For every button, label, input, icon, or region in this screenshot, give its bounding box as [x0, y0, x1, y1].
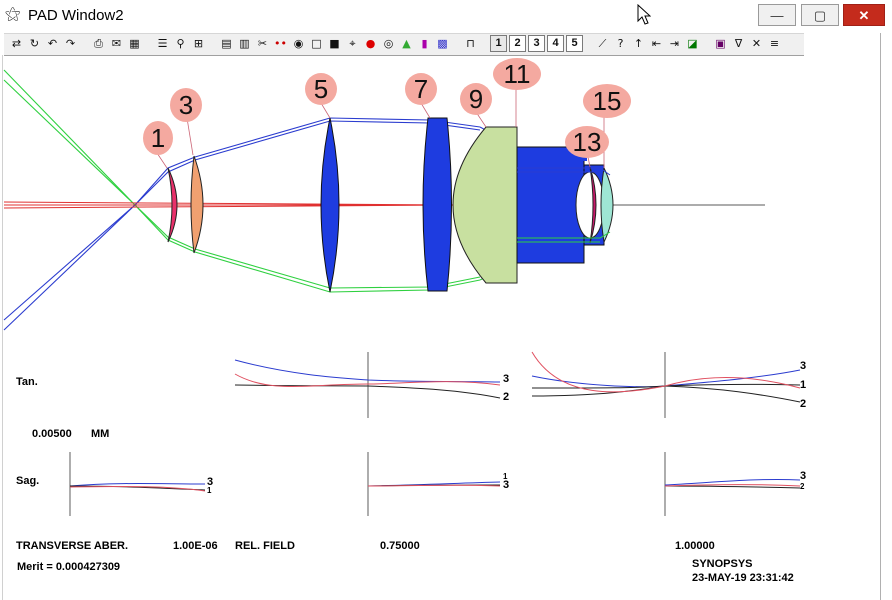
- cut-icon[interactable]: ✂: [254, 35, 271, 52]
- view-2-button[interactable]: 2: [509, 35, 526, 52]
- undo-icon[interactable]: ↶: [44, 35, 61, 52]
- film-icon[interactable]: ▣: [712, 35, 729, 52]
- table2-icon[interactable]: ▥: [236, 35, 253, 52]
- sag-left-curves: [69, 483, 206, 492]
- close-x-icon[interactable]: ✕: [748, 35, 765, 52]
- minimize-button[interactable]: —: [758, 4, 796, 26]
- hatch-icon[interactable]: ▩: [434, 35, 451, 52]
- tan-right-label-2: 2: [800, 398, 807, 410]
- tan-right-curves: [531, 351, 801, 403]
- scale-value: 0.00500: [32, 428, 72, 440]
- transverse-aber-label: TRANSVERSE ABER.: [16, 540, 129, 552]
- tan-mid-label-2: 2: [503, 391, 510, 403]
- window-right-border: [880, 33, 881, 600]
- merit-readout: Merit = 0.000427309: [17, 561, 121, 573]
- swap-icon[interactable]: ⇄: [8, 35, 25, 52]
- tan-label: Tan.: [16, 376, 38, 388]
- filled-square-icon[interactable]: ■: [326, 35, 343, 52]
- pad-icon: ⚝: [5, 6, 21, 23]
- red-circle-icon[interactable]: ●: [362, 35, 379, 52]
- maximize-button[interactable]: ▢: [801, 4, 839, 26]
- line-icon[interactable]: ⟋: [594, 35, 611, 52]
- mouse-cursor-icon: [637, 4, 651, 25]
- lens-icon[interactable]: ⚲: [172, 35, 189, 52]
- sag-right-curves: [664, 478, 801, 489]
- transverse-aber-value: 1.00E-06: [173, 540, 218, 552]
- sag-right-label-3: 3: [800, 470, 807, 482]
- up-arrow-icon[interactable]: ↑: [630, 35, 647, 52]
- help-icon[interactable]: ?: [612, 35, 629, 52]
- sag-label: Sag.: [16, 475, 40, 487]
- dots-icon[interactable]: ••: [272, 35, 289, 52]
- sag-mid-label-3: 3: [503, 479, 510, 491]
- scan-icon[interactable]: ✉: [108, 35, 125, 52]
- company-label: SYNOPSYS: [692, 558, 753, 570]
- sag-mid-curves: [367, 481, 501, 487]
- close-button[interactable]: ✕: [843, 4, 885, 26]
- aberration-curves: [69, 351, 801, 516]
- right-bar-icon[interactable]: ⇥: [666, 35, 683, 52]
- redo-icon[interactable]: ↷: [62, 35, 79, 52]
- table-icon[interactable]: ▤: [218, 35, 235, 52]
- bars-color-icon[interactable]: ▲: [398, 35, 415, 52]
- rel-field-label: REL. FIELD: [235, 540, 295, 552]
- sag-left-label-1: 1: [207, 486, 212, 495]
- tan-mid-label-3: 3: [503, 373, 510, 385]
- toolbar: ⇄ ↻ ↶ ↷ ⎙ ✉ ▦ ☰ ⚲ ⊞ ▤ ▥ ✂ •• ◉ □ ■ ⌖ ● ◎…: [4, 33, 804, 56]
- filter-icon[interactable]: ∇: [730, 35, 747, 52]
- print-icon[interactable]: ⎙: [90, 35, 107, 52]
- window-title: PAD Window2: [28, 7, 124, 24]
- sag-right-label-2: 2: [800, 482, 805, 491]
- tan-right-label-1: 1: [800, 379, 807, 391]
- rel-field-value-1: 0.75000: [380, 540, 420, 552]
- grid-icon[interactable]: ▦: [126, 35, 143, 52]
- rel-field-value-2: 1.00000: [675, 540, 715, 552]
- view-4-button[interactable]: 4: [547, 35, 564, 52]
- view-5-button[interactable]: 5: [566, 35, 583, 52]
- view-1-button[interactable]: 1: [490, 35, 507, 52]
- left-bar-icon[interactable]: ⇤: [648, 35, 665, 52]
- scale-unit: MM: [91, 428, 110, 440]
- square-icon[interactable]: □: [308, 35, 325, 52]
- target-icon[interactable]: ⌖: [344, 35, 361, 52]
- tan-mid-curves: [234, 359, 501, 399]
- title-bar: ⚝ PAD Window2 — ▢ ✕: [0, 0, 892, 32]
- eye-icon[interactable]: ◎: [380, 35, 397, 52]
- list-icon[interactable]: ☰: [154, 35, 171, 52]
- rotate-icon[interactable]: ↻: [26, 35, 43, 52]
- tan-right-label-3: 3: [800, 360, 807, 372]
- menu-icon[interactable]: ≡: [766, 35, 783, 52]
- timestamp-label: 23-MAY-19 23:31:42: [692, 572, 794, 584]
- draw-icon[interactable]: ◪: [684, 35, 701, 52]
- ruler-icon[interactable]: ⊓: [462, 35, 479, 52]
- stripes-icon[interactable]: ▮: [416, 35, 433, 52]
- ring-icon[interactable]: ◉: [290, 35, 307, 52]
- view-3-button[interactable]: 3: [528, 35, 545, 52]
- calc-icon[interactable]: ⊞: [190, 35, 207, 52]
